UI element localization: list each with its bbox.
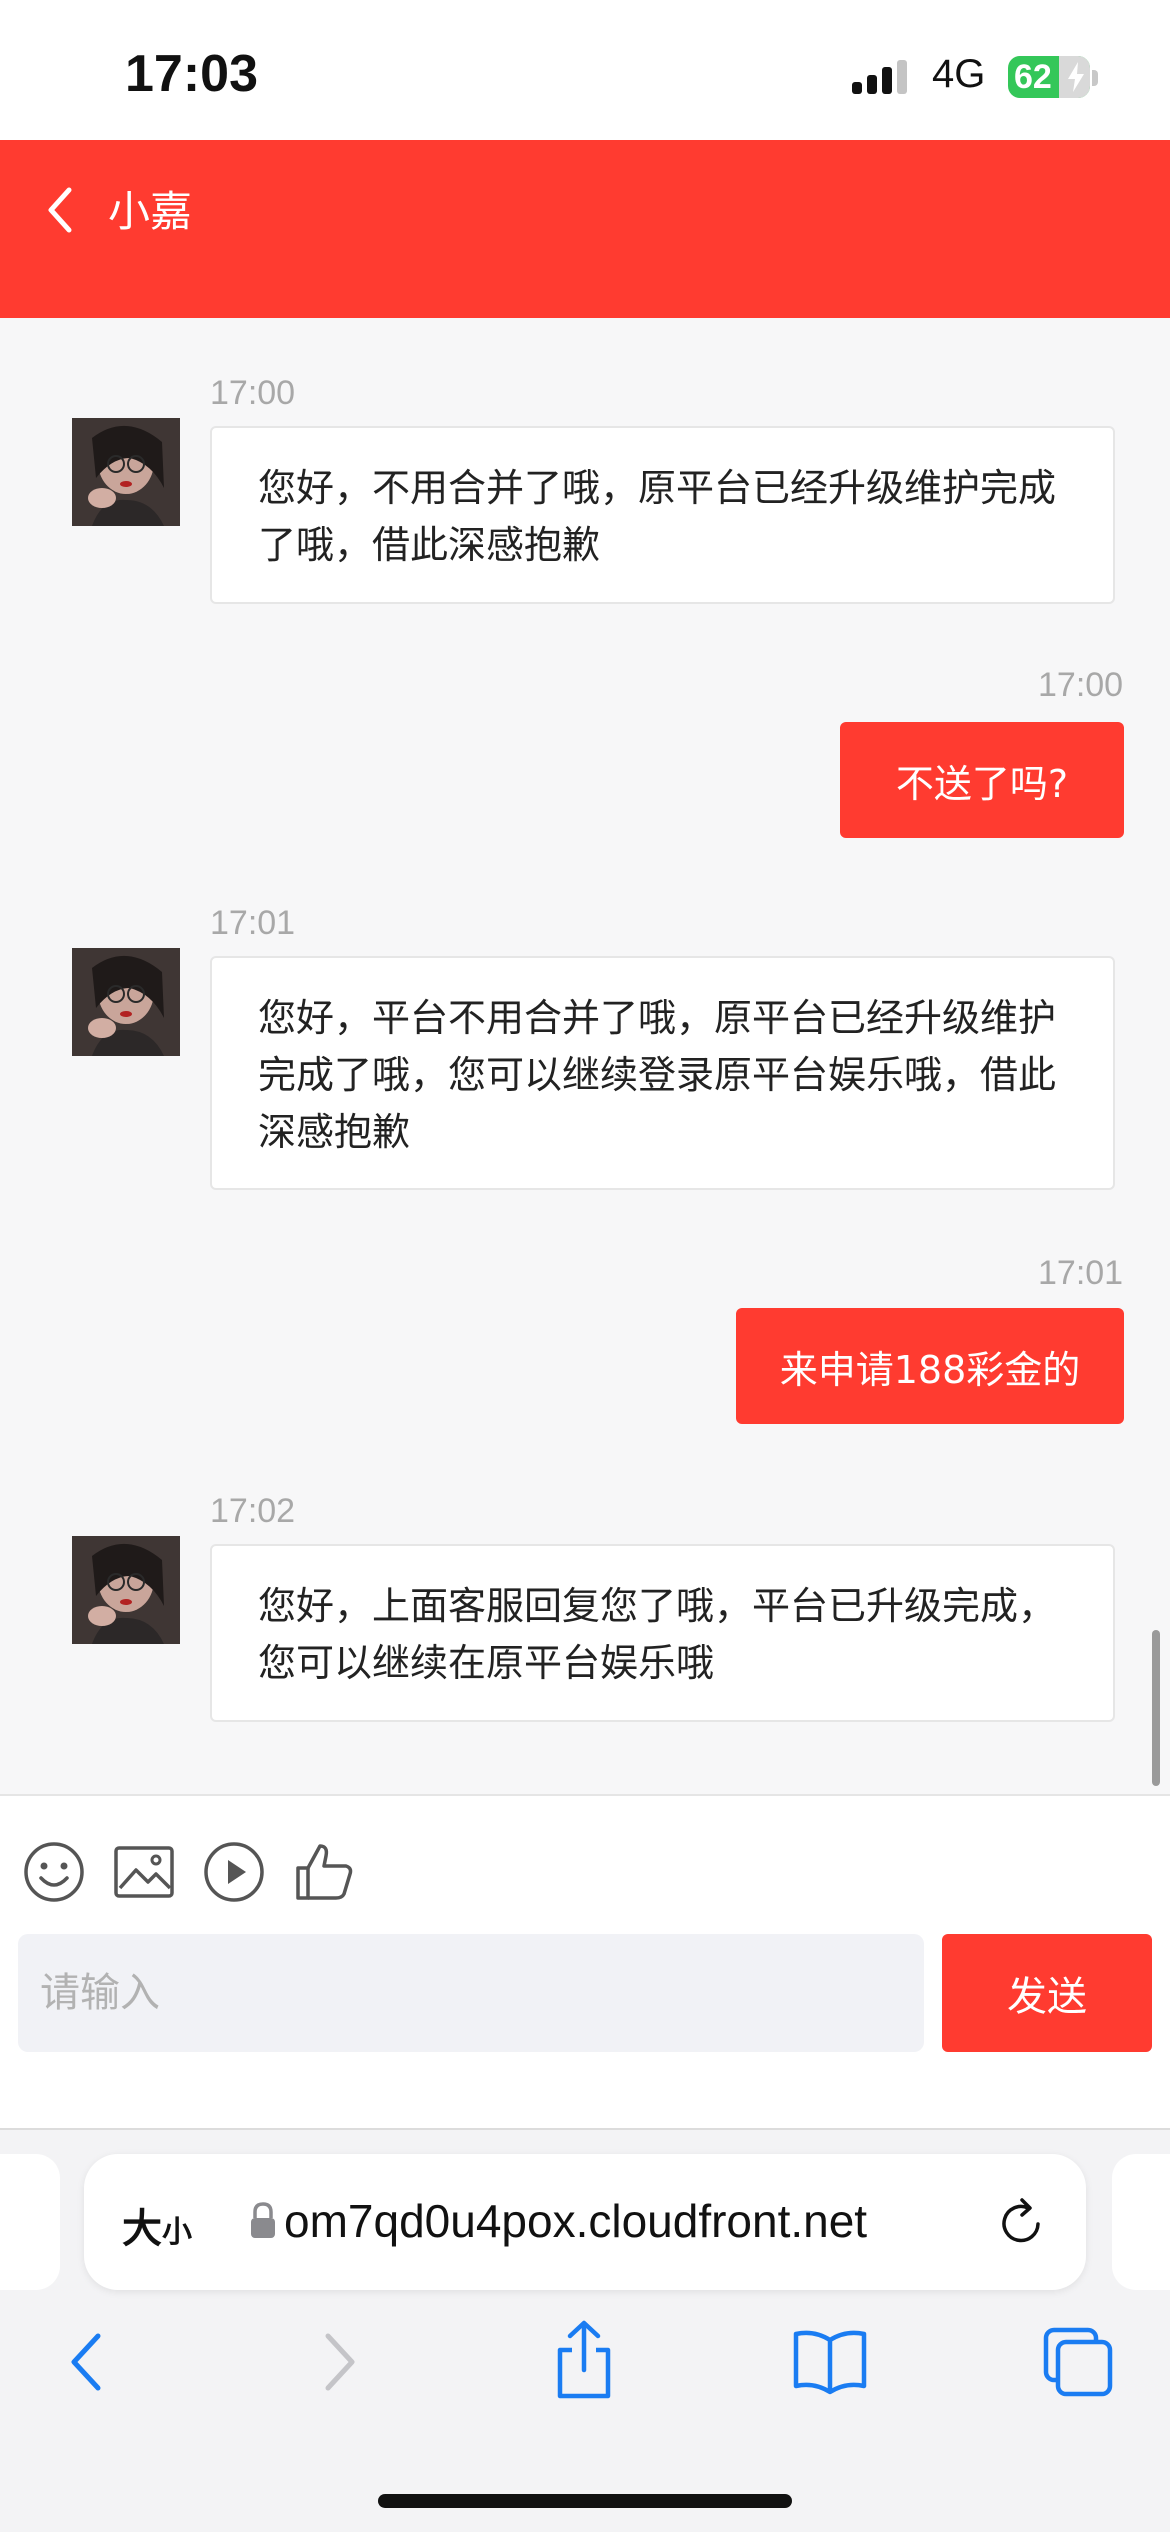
tabs-icon[interactable] [1042, 2326, 1114, 2398]
message-timestamp: 17:01 [1038, 1254, 1124, 1292]
message-timestamp: 17:01 [210, 904, 296, 942]
incoming-message-bubble: 您好，平台不用合并了哦，原平台已经升级维护完成了哦，您可以继续登录原平台娱乐哦，… [210, 956, 1115, 1190]
message-timestamp: 17:00 [210, 374, 296, 412]
lock-icon [251, 2202, 275, 2238]
back-button[interactable] [30, 170, 90, 250]
text-size-label-small: 小 [162, 2215, 192, 2250]
chat-header: 小嘉 [0, 140, 1170, 318]
incoming-message-bubble: 您好，不用合并了哦，原平台已经升级维护完成了哦，借此深感抱歉 [210, 426, 1115, 604]
address-bar[interactable]: 大小 om7qd0u4pox.cloudfront.net [84, 2154, 1086, 2290]
share-icon[interactable] [552, 2320, 616, 2402]
battery-cap [1092, 70, 1098, 86]
emoji-icon[interactable] [22, 1840, 86, 1904]
previous-tab-preview[interactable] [0, 2154, 60, 2290]
back-icon[interactable] [62, 2326, 112, 2398]
outgoing-message-bubble: 来申请188彩金的 [736, 1308, 1124, 1424]
battery-icon: 62 [1008, 56, 1090, 98]
message-list[interactable]: 17:00 您好，不用合并了哦，原平台已经升级维护完成了哦，借此深感抱歉 17:… [0, 318, 1170, 1794]
video-icon[interactable] [202, 1840, 266, 1904]
message-timestamp: 17:00 [1038, 666, 1124, 704]
forward-icon[interactable] [314, 2326, 364, 2398]
agent-avatar[interactable] [72, 1536, 180, 1644]
home-indicator[interactable] [378, 2494, 792, 2508]
next-tab-preview[interactable] [1112, 2154, 1170, 2290]
text-size-label-big: 大 [122, 2206, 162, 2252]
browser-toolbar: 大小 om7qd0u4pox.cloudfront.net [0, 2128, 1170, 2532]
message-timestamp: 17:02 [210, 1492, 296, 1530]
signal-strength-icon [852, 60, 907, 94]
incoming-message-bubble: 您好，上面客服回复您了哦，平台已升级完成，您可以继续在原平台娱乐哦 [210, 1544, 1115, 1722]
text-size-button[interactable]: 大小 [122, 2196, 192, 2254]
message-input[interactable] [18, 1934, 924, 2052]
status-bar: 17:03 4G 62 [0, 0, 1170, 140]
reload-icon[interactable] [994, 2194, 1050, 2250]
scrollbar-thumb[interactable] [1152, 1630, 1160, 1786]
battery-level: 62 [1014, 58, 1052, 96]
image-icon[interactable] [112, 1840, 176, 1904]
url-text[interactable]: om7qd0u4pox.cloudfront.net [284, 2194, 984, 2248]
composer-panel: 发送 [0, 1794, 1170, 2128]
chevron-left-icon [48, 187, 72, 233]
send-button[interactable]: 发送 [942, 1934, 1152, 2052]
chat-title: 小嘉 [108, 187, 193, 236]
outgoing-message-bubble: 不送了吗? [840, 722, 1124, 838]
network-type: 4G [932, 52, 986, 96]
charging-bolt-icon [1068, 62, 1084, 92]
bookmarks-icon[interactable] [792, 2326, 868, 2398]
status-time: 17:03 [125, 45, 258, 103]
agent-avatar[interactable] [72, 418, 180, 526]
thumbs-up-icon[interactable] [292, 1840, 356, 1904]
agent-avatar[interactable] [72, 948, 180, 1056]
